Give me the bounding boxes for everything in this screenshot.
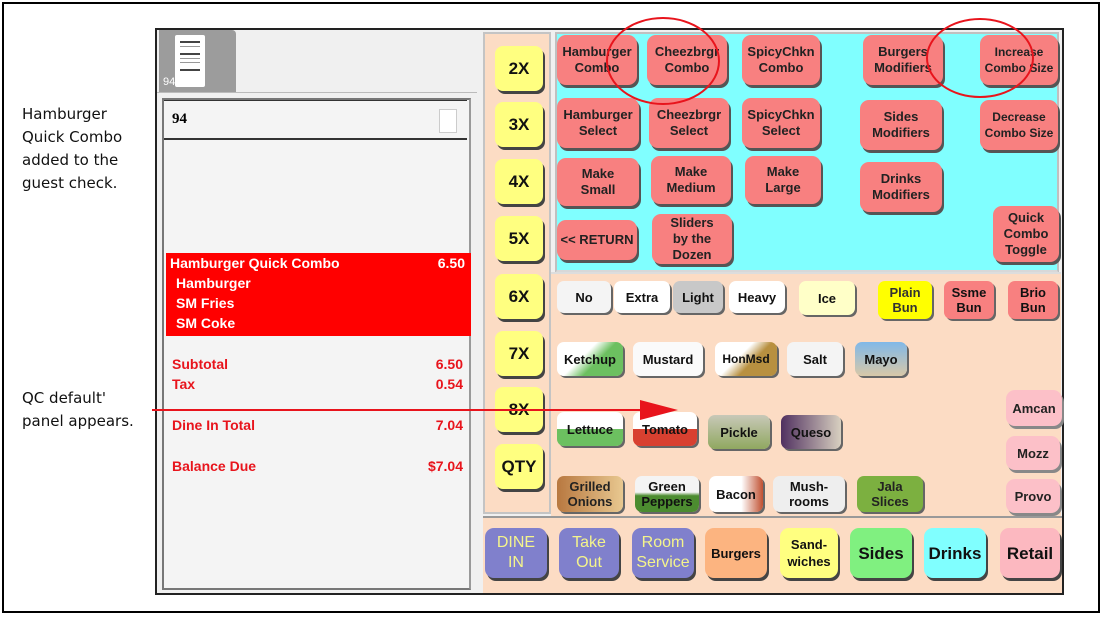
make-medium-button[interactable]: Make Medium <box>651 156 731 204</box>
subtotal-value: 6.50 <box>435 356 463 372</box>
return-button[interactable]: << RETURN <box>557 220 637 260</box>
brioche-bun-button[interactable]: Brio Bun <box>1008 281 1058 319</box>
highlight-circle-increase-combo-size <box>926 18 1034 98</box>
topping-queso-button[interactable]: Queso <box>781 415 841 449</box>
make-small-button[interactable]: Make Small <box>557 158 639 206</box>
item-price: 6.50 <box>437 255 465 271</box>
condiment-mayo-button[interactable]: Mayo <box>855 342 907 376</box>
condiment-ketchup-button[interactable]: Ketchup <box>557 342 623 376</box>
extra-mushrooms-button[interactable]: Mush- rooms <box>773 476 845 512</box>
category-retail-button[interactable]: Retail <box>1000 528 1060 578</box>
annotation-arrow-line <box>152 409 642 411</box>
topping-lettuce-button[interactable]: Lettuce <box>557 412 623 446</box>
decrease-combo-size-button[interactable]: Decrease Combo Size <box>980 100 1058 150</box>
extra-grilled-onions-button[interactable]: Grilled Onions <box>557 476 623 512</box>
quantity-button[interactable]: QTY <box>495 444 543 489</box>
sesame-bun-button[interactable]: Ssme Bun <box>944 281 994 319</box>
spicychkn-combo-button[interactable]: SpicyChkn Combo <box>742 35 820 85</box>
check-tab-number: 94 <box>163 76 176 88</box>
check-tab-bar: 94 <box>157 30 477 93</box>
sliders-dozen-button[interactable]: Sliders by the Dozen <box>652 214 732 264</box>
annotation-arrow-head-icon <box>640 400 678 420</box>
check-document-icon <box>175 35 205 87</box>
subtotal-label: Subtotal <box>172 356 228 372</box>
check-item-selected[interactable]: Hamburger Quick Combo 6.50 Hamburger SM … <box>166 253 471 336</box>
extra-green-peppers-button[interactable]: Green Peppers <box>635 476 699 512</box>
balance-value: $7.04 <box>427 458 463 474</box>
multiplier-7x-button[interactable]: 7X <box>495 331 543 376</box>
check-tab-94[interactable]: 94 <box>159 30 236 92</box>
cheese-provolone-button[interactable]: Provo <box>1006 479 1060 513</box>
condiment-salt-button[interactable]: Salt <box>787 342 843 376</box>
multiplier-2x-button[interactable]: 2X <box>495 46 543 91</box>
multiplier-4x-button[interactable]: 4X <box>495 159 543 204</box>
qualifier-heavy-button[interactable]: Heavy <box>729 281 785 313</box>
order-type-take-out-button[interactable]: Take Out <box>559 528 619 578</box>
category-drinks-button[interactable]: Drinks <box>924 528 986 578</box>
navigation-bar: DINE IN Take Out Room Service Burgers Sa… <box>483 516 1062 593</box>
plain-bun-button[interactable]: Plain Bun <box>878 281 932 319</box>
topping-pickle-button[interactable]: Pickle <box>708 415 770 449</box>
pos-window: 94 94 Hamburger Quick Combo 6.50 Hamburg… <box>155 28 1064 595</box>
item-component: Hamburger <box>176 275 251 291</box>
item-component: SM Fries <box>176 295 235 311</box>
tax-value: 0.54 <box>435 376 463 392</box>
extra-bacon-button[interactable]: Bacon <box>709 476 763 512</box>
qualifier-extra-button[interactable]: Extra <box>614 281 670 313</box>
multiplier-6x-button[interactable]: 6X <box>495 274 543 319</box>
category-sandwiches-button[interactable]: Sand- wiches <box>780 528 838 578</box>
highlight-circle-cheezbrgr-combo <box>606 17 720 105</box>
balance-label: Balance Due <box>172 458 257 474</box>
qualifier-no-button[interactable]: No <box>557 281 611 313</box>
condiment-mustard-button[interactable]: Mustard <box>633 342 703 376</box>
order-type-room-service-button[interactable]: Room Service <box>632 528 694 578</box>
annotation-combo-added: Hamburger Quick Combo added to the guest… <box>22 105 123 192</box>
condiment-honey-mustard-button[interactable]: HonMsd <box>715 342 777 376</box>
check-print-icon[interactable] <box>439 109 457 133</box>
check-header: 94 <box>164 100 467 140</box>
guest-check: 94 Hamburger Quick Combo 6.50 Hamburger … <box>162 98 471 590</box>
multiplier-5x-button[interactable]: 5X <box>495 216 543 261</box>
tax-label: Tax <box>172 376 196 392</box>
multiplier-column: 2X 3X 4X 5X 6X 7X 8X QTY <box>483 32 551 514</box>
qualifier-light-button[interactable]: Light <box>673 281 723 313</box>
total-value: 7.04 <box>435 417 463 433</box>
category-sides-button[interactable]: Sides <box>850 528 912 578</box>
sides-modifiers-button[interactable]: Sides Modifiers <box>860 100 942 150</box>
quick-combo-toggle-button[interactable]: Quick Combo Toggle <box>993 206 1059 262</box>
item-name: Hamburger Quick Combo <box>170 255 340 271</box>
cheese-american-button[interactable]: Amcan <box>1006 390 1062 426</box>
make-large-button[interactable]: Make Large <box>745 156 821 204</box>
drinks-modifiers-button[interactable]: Drinks Modifiers <box>860 162 942 212</box>
cheese-mozzarella-button[interactable]: Mozz <box>1006 436 1060 470</box>
cheezbrgr-select-button[interactable]: Cheezbrgr Select <box>649 98 729 148</box>
category-burgers-button[interactable]: Burgers <box>705 528 767 578</box>
spicychkn-select-button[interactable]: SpicyChkn Select <box>742 98 820 148</box>
multiplier-3x-button[interactable]: 3X <box>495 102 543 147</box>
hamburger-select-button[interactable]: Hamburger Select <box>557 98 639 148</box>
extra-jalapeno-slices-button[interactable]: Jala Slices <box>857 476 923 512</box>
total-label: Dine In Total <box>172 417 255 433</box>
order-type-dine-in-button[interactable]: DINE IN <box>485 528 547 578</box>
item-component: SM Coke <box>176 315 236 331</box>
qualifier-ice-button[interactable]: Ice <box>799 281 855 315</box>
check-number: 94 <box>172 111 187 127</box>
annotation-qc-panel: QC default' panel appears. <box>22 389 134 430</box>
